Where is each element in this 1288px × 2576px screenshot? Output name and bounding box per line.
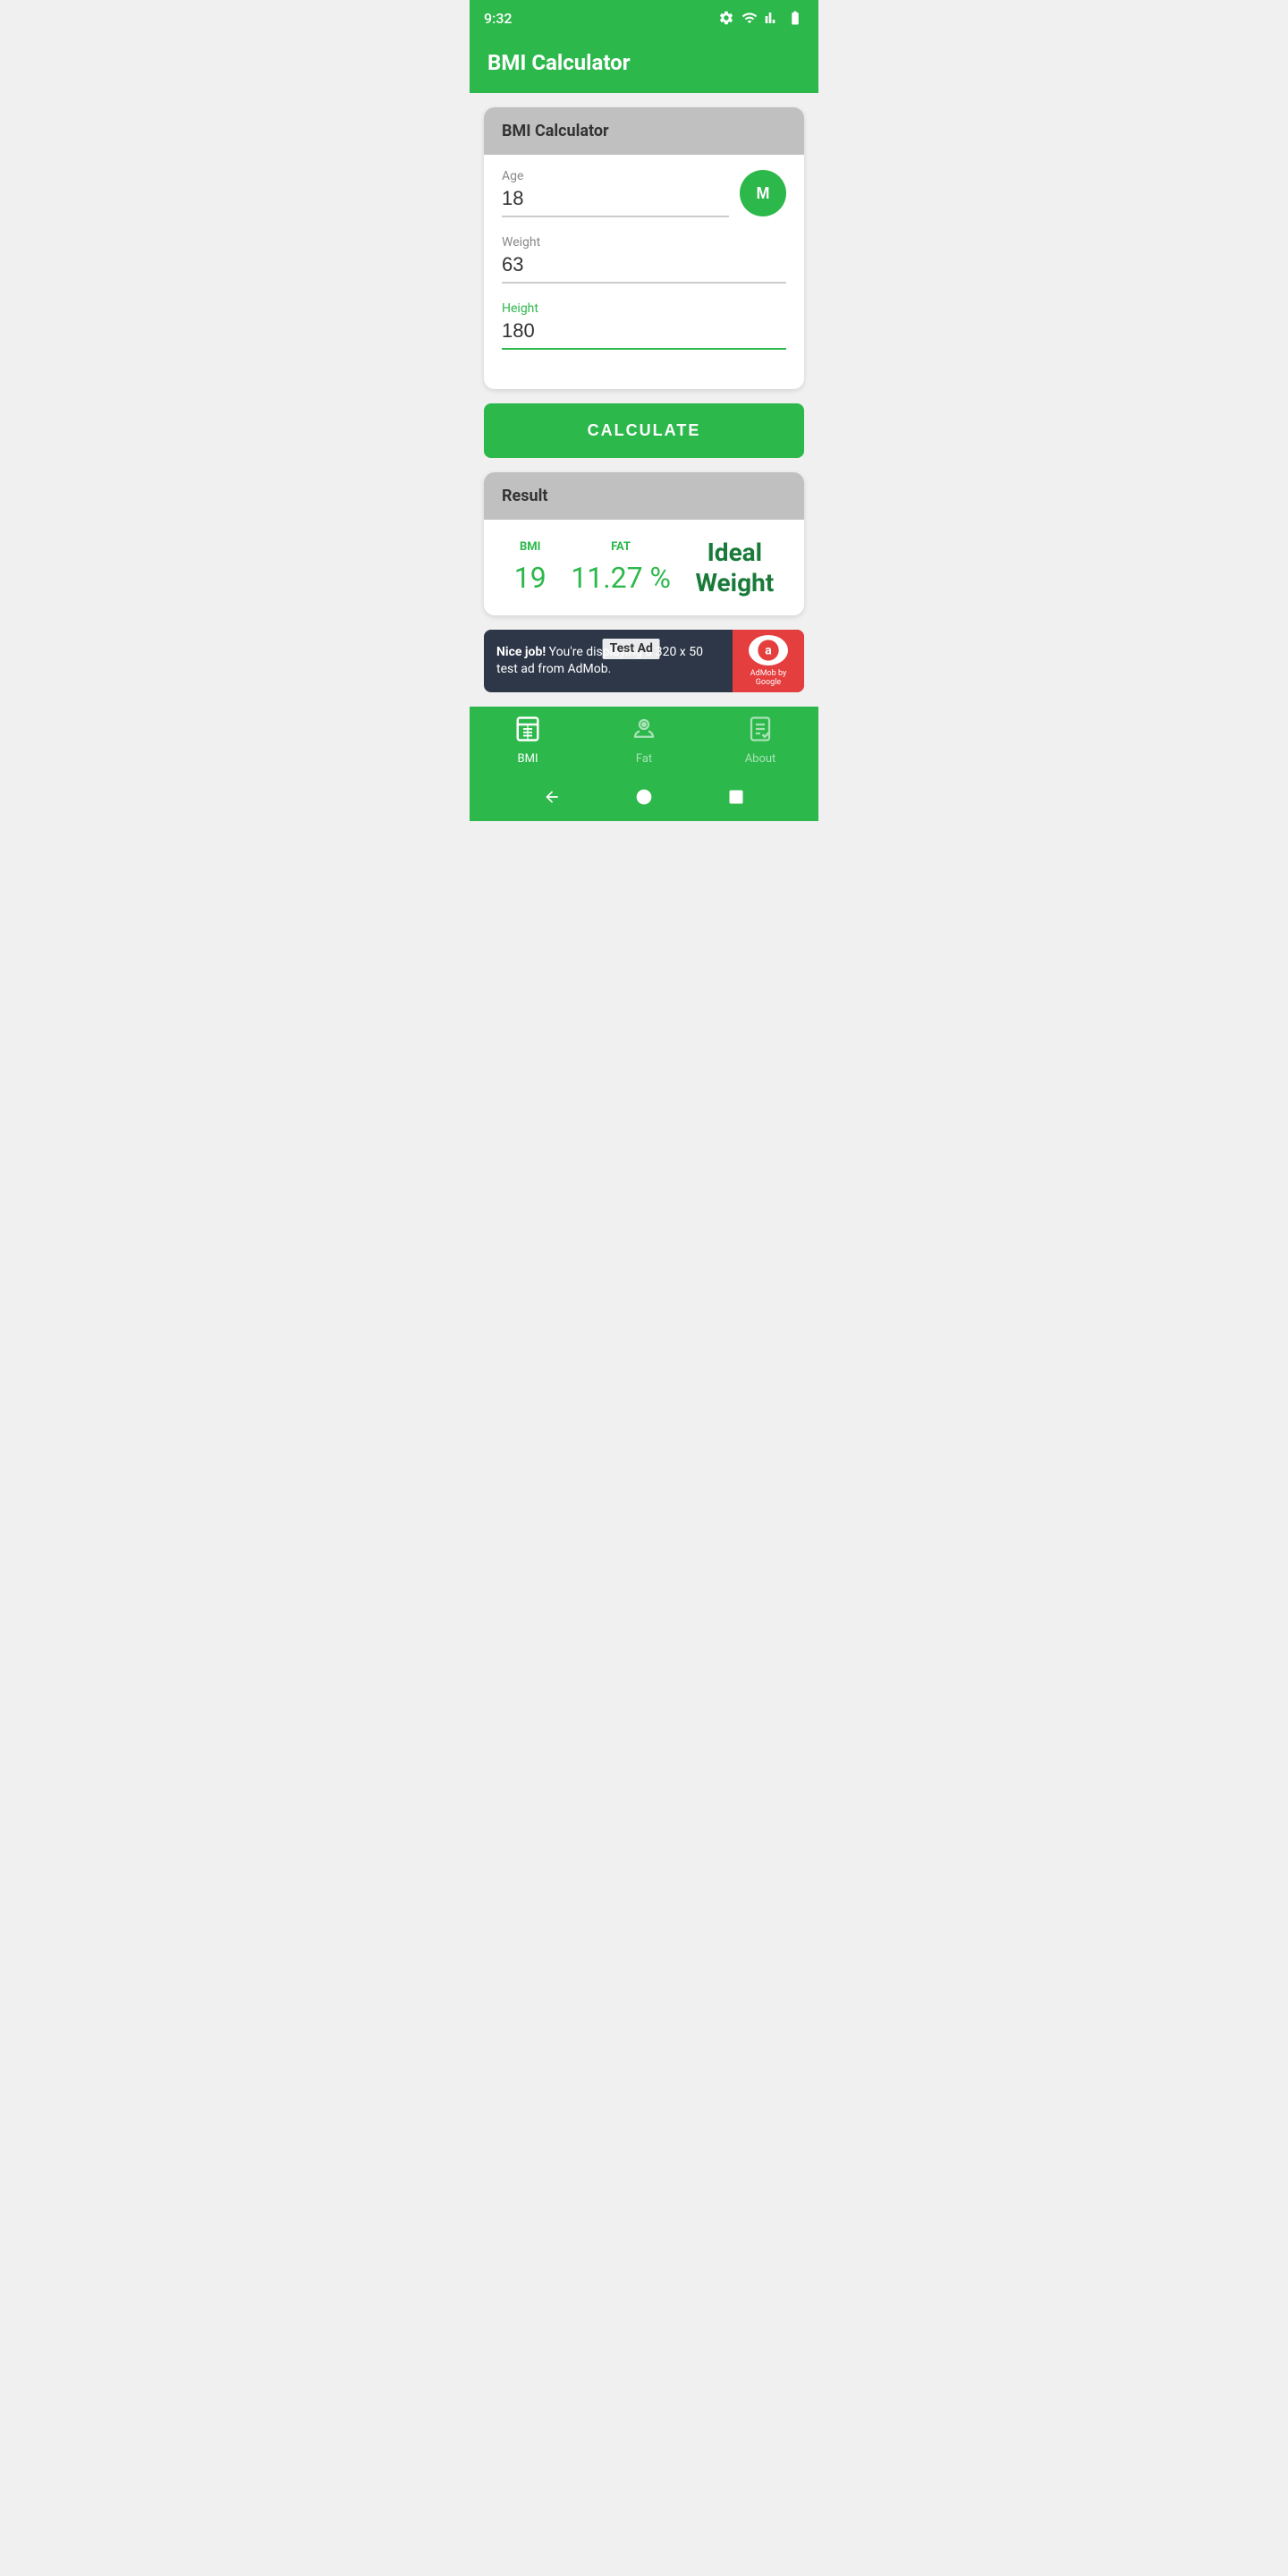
ad-logo-area: a AdMob by Google [733,630,804,692]
bmi-nav-icon [514,716,541,749]
back-button[interactable] [538,784,565,810]
fat-result-value: 11.27 % [571,561,671,595]
age-field-row: Age M [502,169,786,217]
gender-button[interactable]: M [740,170,786,216]
app-bar: BMI Calculator [470,36,818,93]
ad-banner: Test Ad Nice job! You're displaying a 32… [484,630,804,692]
calculate-button[interactable]: CALCULATE [484,403,804,458]
nav-item-fat[interactable]: Fat [586,716,702,766]
fat-icon [631,716,657,742]
age-input[interactable] [502,187,729,217]
weight-label: Weight [502,235,786,250]
home-icon [635,788,653,806]
height-label: Height [502,301,786,316]
result-card: Result BMI 19 FAT 11.27 % IdealWeight [484,472,804,615]
ad-logo-text: AdMob by Google [738,669,799,687]
system-nav-bar [470,773,818,821]
result-card-body: BMI 19 FAT 11.27 % IdealWeight [484,520,804,615]
admob-icon: a [756,638,781,663]
height-input[interactable] [502,319,786,350]
result-card-header: Result [484,472,804,520]
bmi-calculator-card: BMI Calculator Age M Weight Hei [484,107,804,389]
height-field-group: Height [502,301,786,350]
nav-label-bmi: BMI [518,752,538,766]
age-input-container: Age [502,169,729,217]
bmi-result-label: BMI [514,540,547,554]
ad-bold-text: Nice job! [496,645,546,659]
ad-text-area: Test Ad Nice job! You're displaying a 32… [484,635,733,688]
nav-label-about: About [745,752,776,766]
battery-icon [786,10,804,26]
result-card-title: Result [502,487,547,505]
nav-item-about[interactable]: About [702,716,818,766]
status-icons [718,10,804,26]
status-time: 9:32 [484,10,513,27]
bmi-result-value: 19 [514,561,547,595]
ad-test-label: Test Ad [603,639,660,660]
bottom-nav: BMI Fat About [470,707,818,773]
recent-icon [727,788,745,806]
weight-field-group: Weight [502,235,786,284]
admob-logo: a [749,635,788,665]
nav-label-fat: Fat [636,752,652,766]
fat-nav-icon [631,716,657,749]
svg-text:a: a [765,644,772,658]
nav-item-bmi[interactable]: BMI [470,716,586,766]
age-field-group: Age M [502,169,786,217]
age-label: Age [502,169,729,183]
app-bar-title: BMI Calculator [487,50,631,75]
wifi-icon [741,10,758,26]
status-result-value: IdealWeight [695,538,774,597]
about-icon [747,716,774,742]
about-nav-icon [747,716,774,749]
status-bar: 9:32 [470,0,818,36]
recent-button[interactable] [723,784,750,810]
back-icon [543,788,561,806]
fat-result-col: FAT 11.27 % [571,540,671,595]
calculator-icon [514,716,541,742]
settings-icon [718,10,734,26]
status-result-col: IdealWeight [695,538,774,597]
home-button[interactable] [631,784,657,810]
bmi-card-header: BMI Calculator [484,107,804,155]
bmi-result-col: BMI 19 [514,540,547,595]
bmi-card-title: BMI Calculator [502,122,609,140]
signal-icon [765,10,779,26]
fat-result-label: FAT [571,540,671,554]
bmi-card-body: Age M Weight Height [484,155,804,389]
weight-input[interactable] [502,253,786,284]
main-content: BMI Calculator Age M Weight Hei [470,93,818,707]
